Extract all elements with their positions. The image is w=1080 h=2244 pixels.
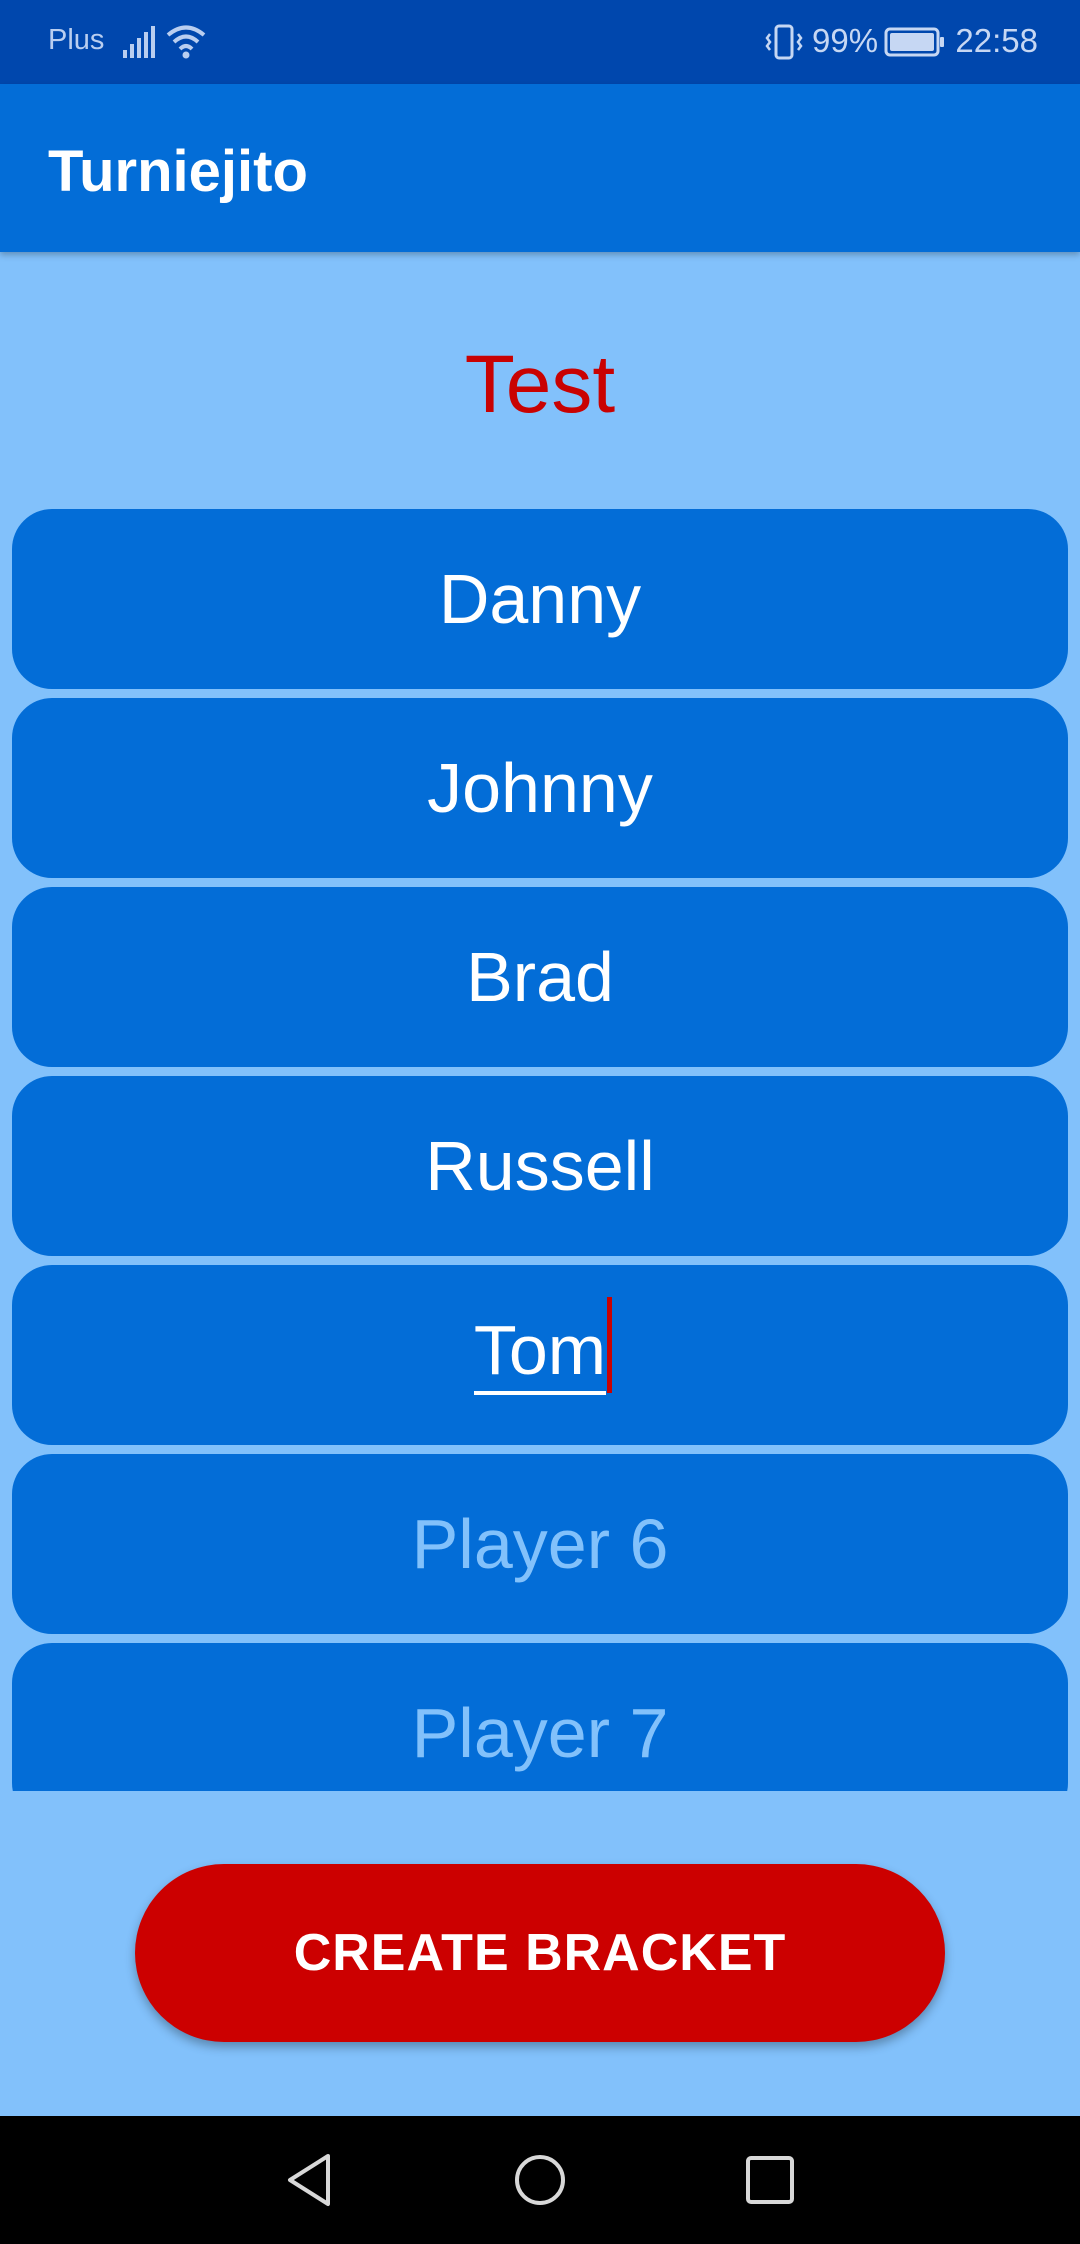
battery-percent: 99% [812, 22, 879, 59]
player-name-1: Danny [438, 560, 642, 638]
player-field-7[interactable]: Player 7 [12, 1643, 1068, 1791]
home-icon[interactable] [512, 2150, 568, 2210]
player-name-2: Johnny [427, 749, 653, 827]
signal-icon [123, 26, 155, 58]
navigation-bar [0, 2116, 1080, 2244]
battery-icon [884, 27, 944, 57]
player-field-5[interactable]: Tom [12, 1265, 1068, 1445]
player-field-4[interactable]: Russell [12, 1076, 1068, 1256]
text-cursor [607, 1297, 613, 1393]
tournament-name: Test [464, 339, 616, 430]
app-title: Turniejito [48, 139, 308, 204]
player-list[interactable]: Danny Johnny Brad Russell Tom Player 6 P… [0, 505, 1080, 1791]
wifi-icon [166, 25, 206, 59]
back-icon[interactable] [282, 2150, 338, 2210]
player-name-3: Brad [466, 938, 614, 1016]
player-name-5-text: Tom [473, 1311, 607, 1389]
app-bar: Turniejito [0, 84, 1080, 252]
recents-icon[interactable] [742, 2150, 798, 2210]
player-field-1[interactable]: Danny [12, 509, 1068, 689]
carrier-label: Plus [48, 24, 105, 56]
player-field-6[interactable]: Player 6 [12, 1454, 1068, 1634]
create-bracket-button[interactable]: CREATE BRACKET [135, 1864, 945, 2042]
player-name-5: Tom [473, 1297, 613, 1395]
player-field-3[interactable]: Brad [12, 887, 1068, 1067]
create-bracket-label: CREATE BRACKET [293, 1924, 787, 1982]
player-field-2[interactable]: Johnny [12, 698, 1068, 878]
vibrate-icon [765, 24, 803, 60]
player-placeholder-7: Player 7 [411, 1694, 669, 1772]
status-bar: Plus 99% 22:58 [0, 0, 1080, 84]
clock: 22:58 [955, 22, 1038, 59]
player-name-4: Russell [425, 1127, 655, 1205]
player-placeholder-6: Player 6 [411, 1505, 669, 1583]
